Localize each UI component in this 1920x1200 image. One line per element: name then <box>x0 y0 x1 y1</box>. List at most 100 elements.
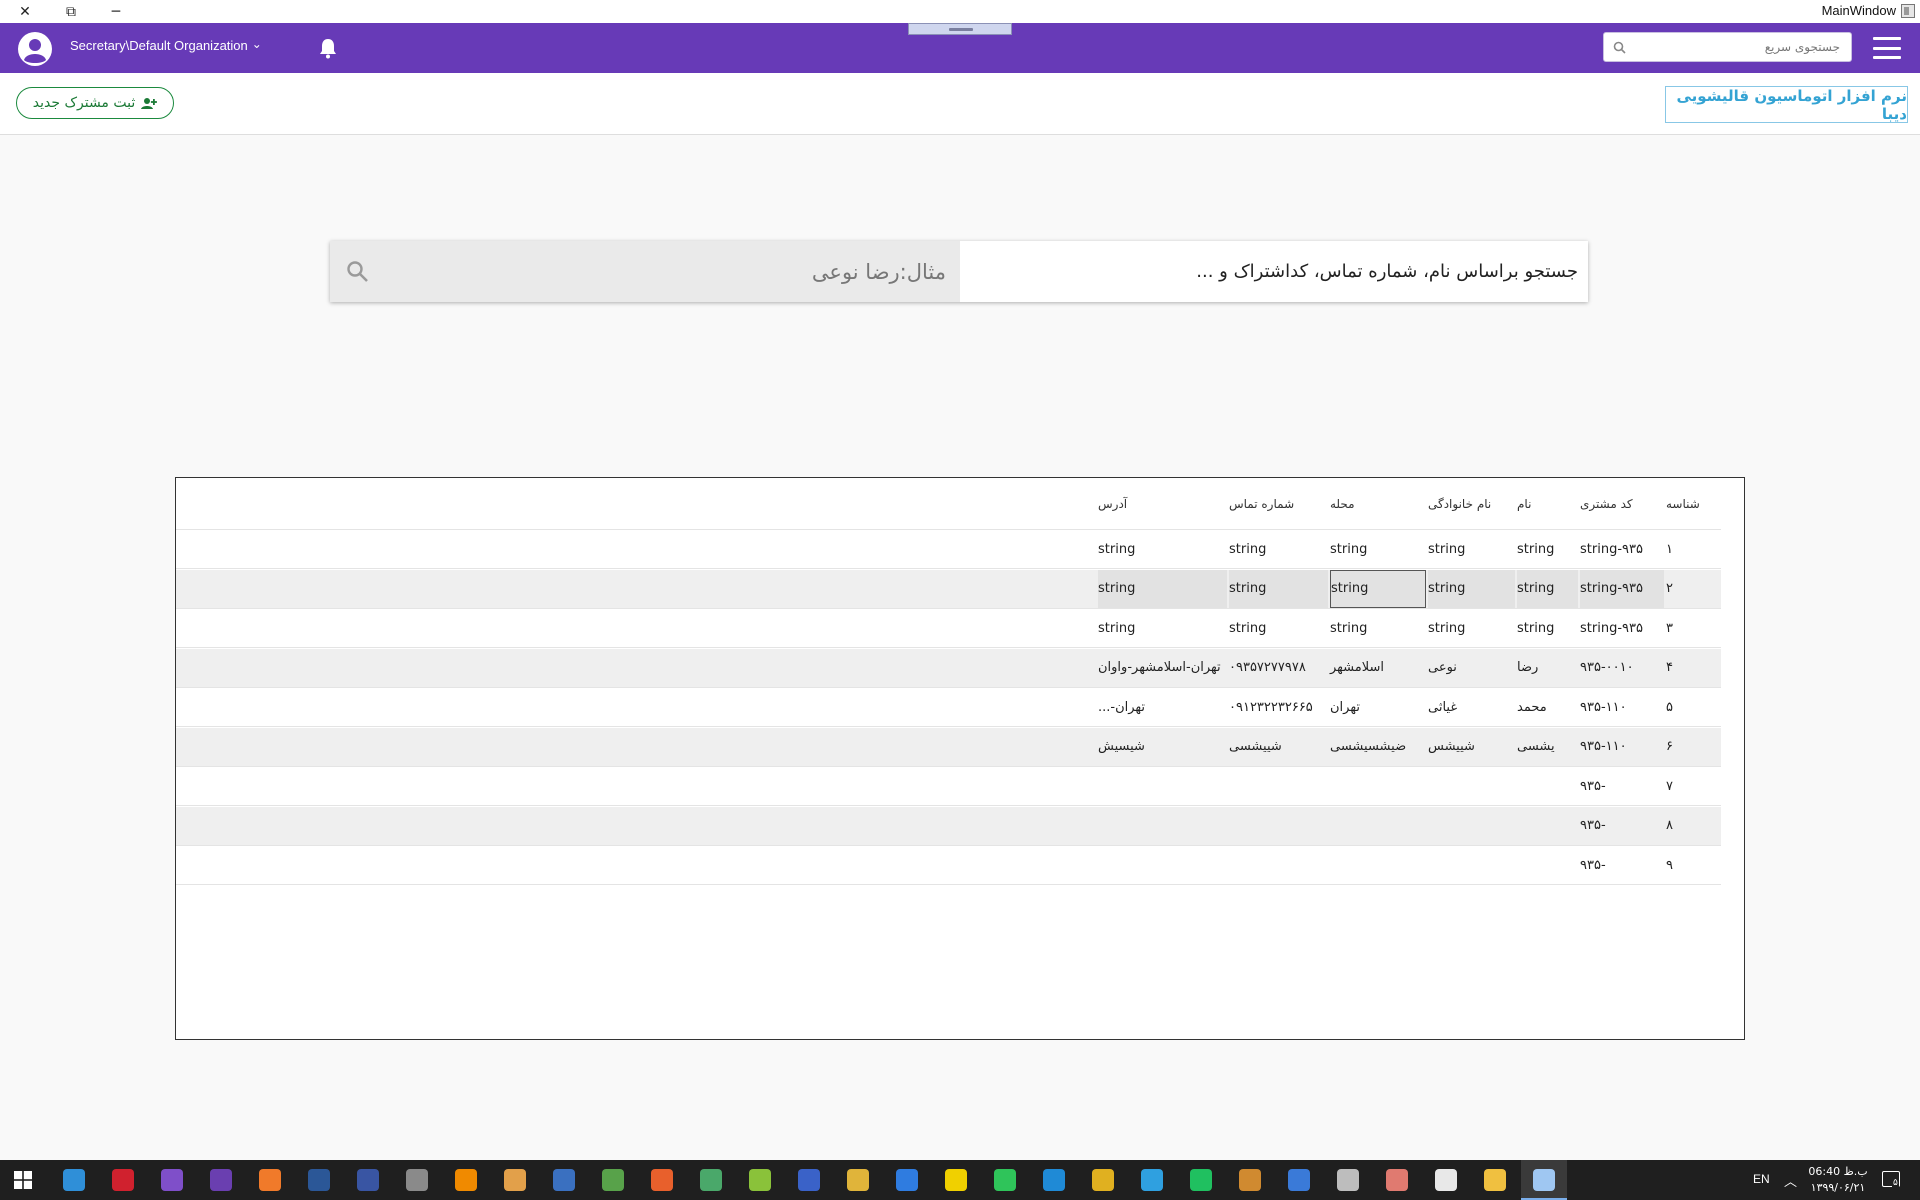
column-header-neighborhood[interactable]: محله <box>1330 478 1427 529</box>
cell-id[interactable]: ۳ <box>1666 609 1720 647</box>
tray-overflow-icon[interactable]: ︿ <box>1784 1171 1797 1190</box>
cell-neighborhood[interactable] <box>1330 846 1426 884</box>
cell-neighborhood[interactable]: اسلامشهر <box>1330 649 1426 687</box>
vscode-icon[interactable] <box>1043 1169 1065 1191</box>
cell-phone[interactable]: string <box>1229 609 1328 647</box>
cell-address[interactable]: تهران-اسلامشهر-واوان <box>1098 649 1227 687</box>
cell-address[interactable] <box>1098 767 1227 805</box>
cell-id[interactable]: ۱ <box>1666 530 1720 568</box>
cell-address[interactable] <box>1098 807 1227 845</box>
cell-phone[interactable] <box>1229 767 1328 805</box>
bell-icon[interactable] <box>318 37 338 59</box>
table-row[interactable]: ۲ string-۹۳۵ string string string string strin… <box>176 569 1721 609</box>
cell-customer-code[interactable]: -۹۳۵ <box>1580 846 1664 884</box>
windows-start-icon[interactable] <box>14 1171 32 1189</box>
cell-first-name[interactable]: محمد <box>1517 688 1578 726</box>
cell-first-name[interactable]: string <box>1517 530 1578 568</box>
table-row[interactable]: ۴ ۹۳۵-۰۰۱۰ رضا نوعی اسلامشهر ۰۹۳۵۷۲۷۷۹۷۸ تهران… <box>176 648 1721 688</box>
table-row[interactable]: ۵ ۹۳۵-۱۱۰ محمد غیاثی تهران ۰۹۱۲۳۲۲۳۲۶۶۵ تهران-… <box>176 688 1721 727</box>
cell-last-name[interactable]: string <box>1428 609 1515 647</box>
cell-last-name[interactable] <box>1428 767 1515 805</box>
search-icon[interactable] <box>346 260 369 283</box>
cell-first-name[interactable]: string <box>1517 569 1578 608</box>
cell-neighborhood[interactable] <box>1330 767 1426 805</box>
organization-selector[interactable]: Secretary\Default Organization ⌄ <box>70 37 262 54</box>
quick-search-input[interactable] <box>1632 33 1844 61</box>
file-explorer-icon[interactable] <box>1484 1169 1506 1191</box>
cell-phone[interactable]: ۰۹۱۲۳۲۲۳۲۶۶۵ <box>1229 688 1328 726</box>
cell-customer-code[interactable]: string-۹۳۵ <box>1580 609 1664 647</box>
table-row[interactable]: ۱ string-۹۳۵ string string string string strin… <box>176 530 1721 569</box>
cell-phone[interactable]: ۰۹۳۵۷۲۷۷۹۷۸ <box>1229 649 1328 687</box>
cell-customer-code[interactable]: -۹۳۵ <box>1580 767 1664 805</box>
network-icon[interactable] <box>798 1169 820 1191</box>
table-row[interactable]: ۶ ۹۳۵-۱۱۰ یشسی شییشس ضیشسیشسی شییشسی شیسیش <box>176 727 1721 767</box>
app-icon-11[interactable] <box>1435 1169 1457 1191</box>
cell-last-name[interactable]: نوعی <box>1428 649 1515 687</box>
app-icon-6[interactable] <box>749 1169 771 1191</box>
sticky-notes-icon[interactable] <box>945 1169 967 1191</box>
quick-search-box[interactable] <box>1603 32 1852 62</box>
cell-address[interactable] <box>1098 846 1227 884</box>
firefox-icon[interactable] <box>259 1169 281 1191</box>
cell-customer-code[interactable]: ۹۳۵-۱۱۰ <box>1580 688 1664 726</box>
cell-phone[interactable]: شییشسی <box>1229 728 1328 766</box>
cell-neighborhood[interactable] <box>1330 807 1426 845</box>
cell-first-name[interactable] <box>1517 807 1578 845</box>
cell-last-name[interactable]: غیاثی <box>1428 688 1515 726</box>
cell-first-name[interactable] <box>1517 767 1578 805</box>
app-icon-7[interactable] <box>896 1169 918 1191</box>
cell-phone[interactable] <box>1229 807 1328 845</box>
cell-id[interactable]: ۴ <box>1666 649 1720 687</box>
visio-icon[interactable] <box>357 1169 379 1191</box>
cell-last-name[interactable]: شییشس <box>1428 728 1515 766</box>
drag-handle[interactable] <box>908 23 1012 35</box>
cell-customer-code[interactable]: ۹۳۵-۰۰۱۰ <box>1580 649 1664 687</box>
column-header-id[interactable]: شناسه <box>1666 478 1721 529</box>
cell-neighborhood[interactable]: ضیشسیشسی <box>1330 728 1426 766</box>
cell-id[interactable]: ۶ <box>1666 728 1720 766</box>
new-customer-button[interactable]: ثبت مشترک جدید <box>16 87 174 119</box>
cell-id[interactable]: ۲ <box>1666 570 1720 608</box>
app-icon-4[interactable] <box>651 1169 673 1191</box>
app-icon-3[interactable] <box>602 1169 624 1191</box>
cell-phone[interactable]: string <box>1229 530 1328 568</box>
cell-neighborhood[interactable]: تهران <box>1330 688 1426 726</box>
cell-neighborhood[interactable]: string <box>1330 569 1426 608</box>
vlc-icon[interactable] <box>455 1169 477 1191</box>
column-header-phone[interactable]: شماره تماس <box>1229 478 1329 529</box>
window-close-button[interactable]: ✕ <box>7 0 43 23</box>
slack-icon[interactable] <box>847 1169 869 1191</box>
cell-customer-code[interactable]: string-۹۳۵ <box>1580 569 1664 608</box>
cell-first-name[interactable]: string <box>1517 609 1578 647</box>
cell-last-name[interactable] <box>1428 807 1515 845</box>
cell-id[interactable]: ۷ <box>1666 767 1720 805</box>
app-icon-2[interactable] <box>553 1169 575 1191</box>
cell-customer-code[interactable]: -۹۳۵ <box>1580 807 1664 845</box>
app-icon-5[interactable] <box>700 1169 722 1191</box>
clock[interactable]: 06:40 ب.ظ ۱۳۹۹/۰۶/۲۱ <box>1805 1164 1871 1196</box>
column-header-customer-code[interactable]: کد مشتری <box>1580 478 1665 529</box>
customer-search-box[interactable] <box>330 241 960 302</box>
user-avatar-icon[interactable] <box>17 31 53 67</box>
remote-desktop-icon[interactable] <box>406 1169 428 1191</box>
cell-first-name[interactable]: یشسی <box>1517 728 1578 766</box>
cell-address[interactable]: شیسیش <box>1098 728 1227 766</box>
table-row[interactable]: ۸ -۹۳۵ <box>176 806 1721 846</box>
cell-address[interactable]: string <box>1098 530 1227 568</box>
table-row[interactable]: ۳ string-۹۳۵ string string string string strin… <box>176 609 1721 648</box>
column-header-last-name[interactable]: نام خانوادگی <box>1428 478 1516 529</box>
window-minimize-button[interactable]: ─ <box>98 0 134 23</box>
cell-phone[interactable] <box>1229 846 1328 884</box>
cell-address[interactable]: string <box>1098 609 1227 647</box>
visual-studio-2-icon[interactable] <box>210 1169 232 1191</box>
column-header-address[interactable]: آدرس <box>1098 478 1228 529</box>
table-row[interactable]: ۷ -۹۳۵ <box>176 767 1721 806</box>
pycharm-icon[interactable] <box>1190 1169 1212 1191</box>
visual-studio-icon[interactable] <box>161 1169 183 1191</box>
app-icon-8[interactable] <box>1239 1169 1261 1191</box>
whatsapp-icon[interactable] <box>994 1169 1016 1191</box>
app-icon-1[interactable] <box>504 1169 526 1191</box>
word-icon[interactable] <box>308 1169 330 1191</box>
cell-neighborhood[interactable]: string <box>1330 609 1426 647</box>
